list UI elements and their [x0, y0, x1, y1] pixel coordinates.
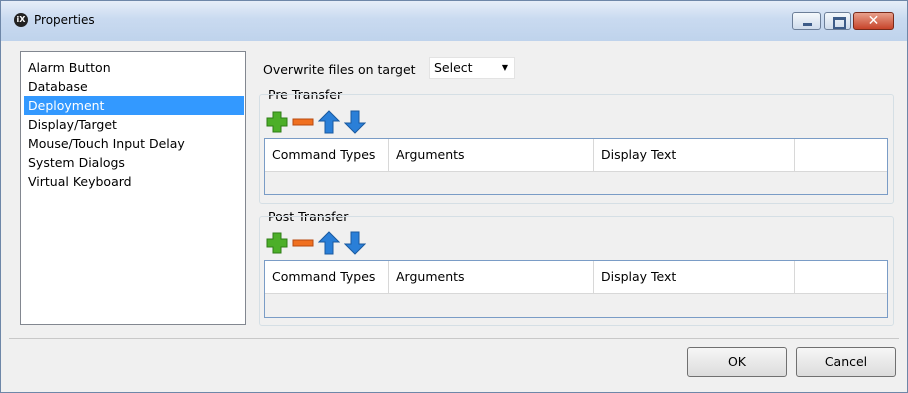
maximize-button[interactable] [824, 12, 851, 30]
pre-add-button[interactable] [265, 109, 289, 135]
column-header-command-types[interactable]: Command Types [265, 139, 389, 171]
properties-window: iX Properties ✕ Alarm Button Database De… [0, 0, 908, 393]
post-transfer-grid[interactable]: Command Types Arguments Display Text [264, 260, 888, 318]
category-item-display-target[interactable]: Display/Target [24, 115, 244, 134]
app-logo-icon: iX [14, 13, 28, 27]
category-item-deployment[interactable]: Deployment [24, 96, 244, 115]
category-item-mouse-touch-input-delay[interactable]: Mouse/Touch Input Delay [24, 134, 244, 153]
pre-transfer-toolbar [265, 109, 367, 135]
post-transfer-toolbar [265, 230, 367, 256]
move-down-icon [344, 231, 366, 255]
category-item-system-dialogs[interactable]: System Dialogs [24, 153, 244, 172]
close-icon: ✕ [867, 13, 880, 29]
column-header-display-text[interactable]: Display Text [594, 139, 795, 171]
pre-transfer-grid-header: Command Types Arguments Display Text [265, 139, 887, 172]
move-up-icon [318, 110, 340, 134]
add-icon [266, 232, 288, 254]
category-item-virtual-keyboard[interactable]: Virtual Keyboard [24, 172, 244, 191]
column-header-command-types[interactable]: Command Types [265, 261, 389, 293]
close-button[interactable]: ✕ [853, 12, 894, 30]
pre-transfer-grid[interactable]: Command Types Arguments Display Text [264, 138, 888, 195]
add-icon [266, 111, 288, 133]
move-down-icon [344, 110, 366, 134]
minimize-button[interactable] [792, 12, 821, 30]
category-item-database[interactable]: Database [24, 77, 244, 96]
dropdown-arrow-icon: ▼ [501, 63, 508, 72]
column-header-arguments[interactable]: Arguments [389, 139, 594, 171]
maximize-icon [833, 17, 846, 29]
footer-divider [9, 338, 899, 339]
overwrite-files-value: Select [434, 60, 473, 75]
minimize-icon [803, 23, 812, 26]
pre-move-down-button[interactable] [343, 109, 367, 135]
category-item-alarm-button[interactable]: Alarm Button [24, 58, 244, 77]
title-bar[interactable]: iX Properties ✕ [1, 1, 907, 41]
overwrite-files-select[interactable]: Select ▼ [429, 57, 515, 79]
post-move-up-button[interactable] [317, 230, 341, 256]
remove-icon [292, 118, 314, 126]
cancel-button[interactable]: Cancel [796, 347, 896, 377]
post-add-button[interactable] [265, 230, 289, 256]
pre-remove-button[interactable] [291, 109, 315, 135]
overwrite-files-label: Overwrite files on target [263, 62, 416, 77]
pre-move-up-button[interactable] [317, 109, 341, 135]
move-up-icon [318, 231, 340, 255]
column-header-filler [795, 139, 887, 171]
category-list[interactable]: Alarm Button Database Deployment Display… [20, 51, 246, 325]
column-header-arguments[interactable]: Arguments [389, 261, 594, 293]
column-header-filler [795, 261, 887, 293]
post-move-down-button[interactable] [343, 230, 367, 256]
window-title: Properties [34, 13, 95, 27]
column-header-display-text[interactable]: Display Text [594, 261, 795, 293]
ok-button[interactable]: OK [687, 347, 787, 377]
post-remove-button[interactable] [291, 230, 315, 256]
post-transfer-grid-header: Command Types Arguments Display Text [265, 261, 887, 294]
remove-icon [292, 239, 314, 247]
